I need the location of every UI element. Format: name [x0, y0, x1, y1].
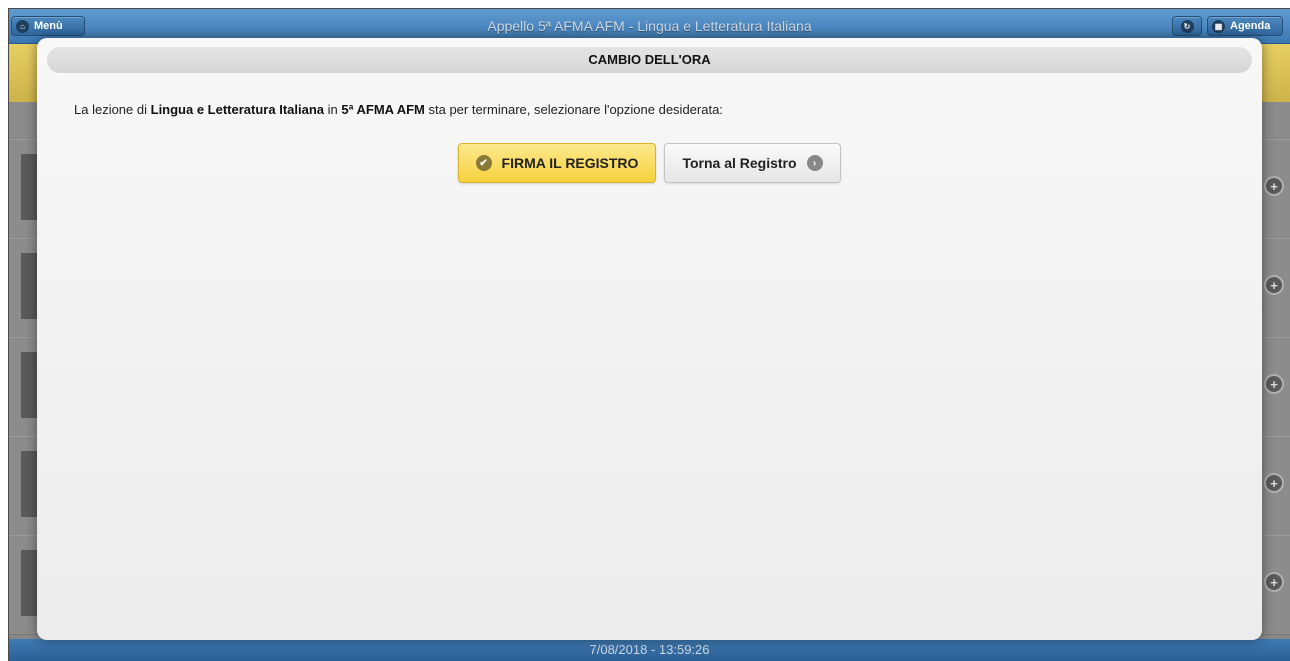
change-hour-dialog: CAMBIO DELL'ORA La lezione di Lingua e L…: [37, 38, 1262, 640]
menu-button[interactable]: ⌂ Menù: [11, 16, 85, 36]
footer-datetime: 7/08/2018 - 13:59:26: [9, 639, 1290, 661]
arrow-right-icon: ›: [806, 155, 823, 171]
agenda-button-label: Agenda: [1230, 20, 1271, 32]
plus-icon[interactable]: +: [1264, 374, 1284, 394]
app-frame: ⌂ Menù Appello 5ª AFMA AFM - Lingua e Le…: [8, 8, 1290, 661]
dialog-title: CAMBIO DELL'ORA: [47, 47, 1252, 73]
dialog-message: La lezione di Lingua e Letteratura Itali…: [74, 102, 723, 117]
plus-icon[interactable]: +: [1264, 473, 1284, 493]
back-to-register-label: Torna al Registro: [682, 155, 797, 171]
plus-icon[interactable]: +: [1264, 572, 1284, 592]
menu-button-label: Menù: [34, 20, 63, 32]
back-to-register-button[interactable]: Torna al Registro ›: [664, 143, 841, 183]
refresh-icon: ↻: [1180, 19, 1194, 33]
refresh-button[interactable]: ↻: [1172, 16, 1202, 36]
sign-register-label: FIRMA IL REGISTRO: [501, 155, 639, 171]
agenda-button[interactable]: ▦ Agenda: [1207, 16, 1283, 36]
check-icon: ✔: [475, 155, 492, 171]
calendar-icon: ▦: [1212, 19, 1225, 33]
plus-icon[interactable]: +: [1264, 176, 1284, 196]
plus-icon[interactable]: +: [1264, 275, 1284, 295]
home-icon: ⌂: [16, 19, 29, 33]
class-name: 5ª AFMA AFM: [341, 102, 425, 117]
subject-name: Lingua e Letteratura Italiana: [150, 102, 324, 117]
sign-register-button[interactable]: ✔ FIRMA IL REGISTRO: [458, 143, 656, 183]
